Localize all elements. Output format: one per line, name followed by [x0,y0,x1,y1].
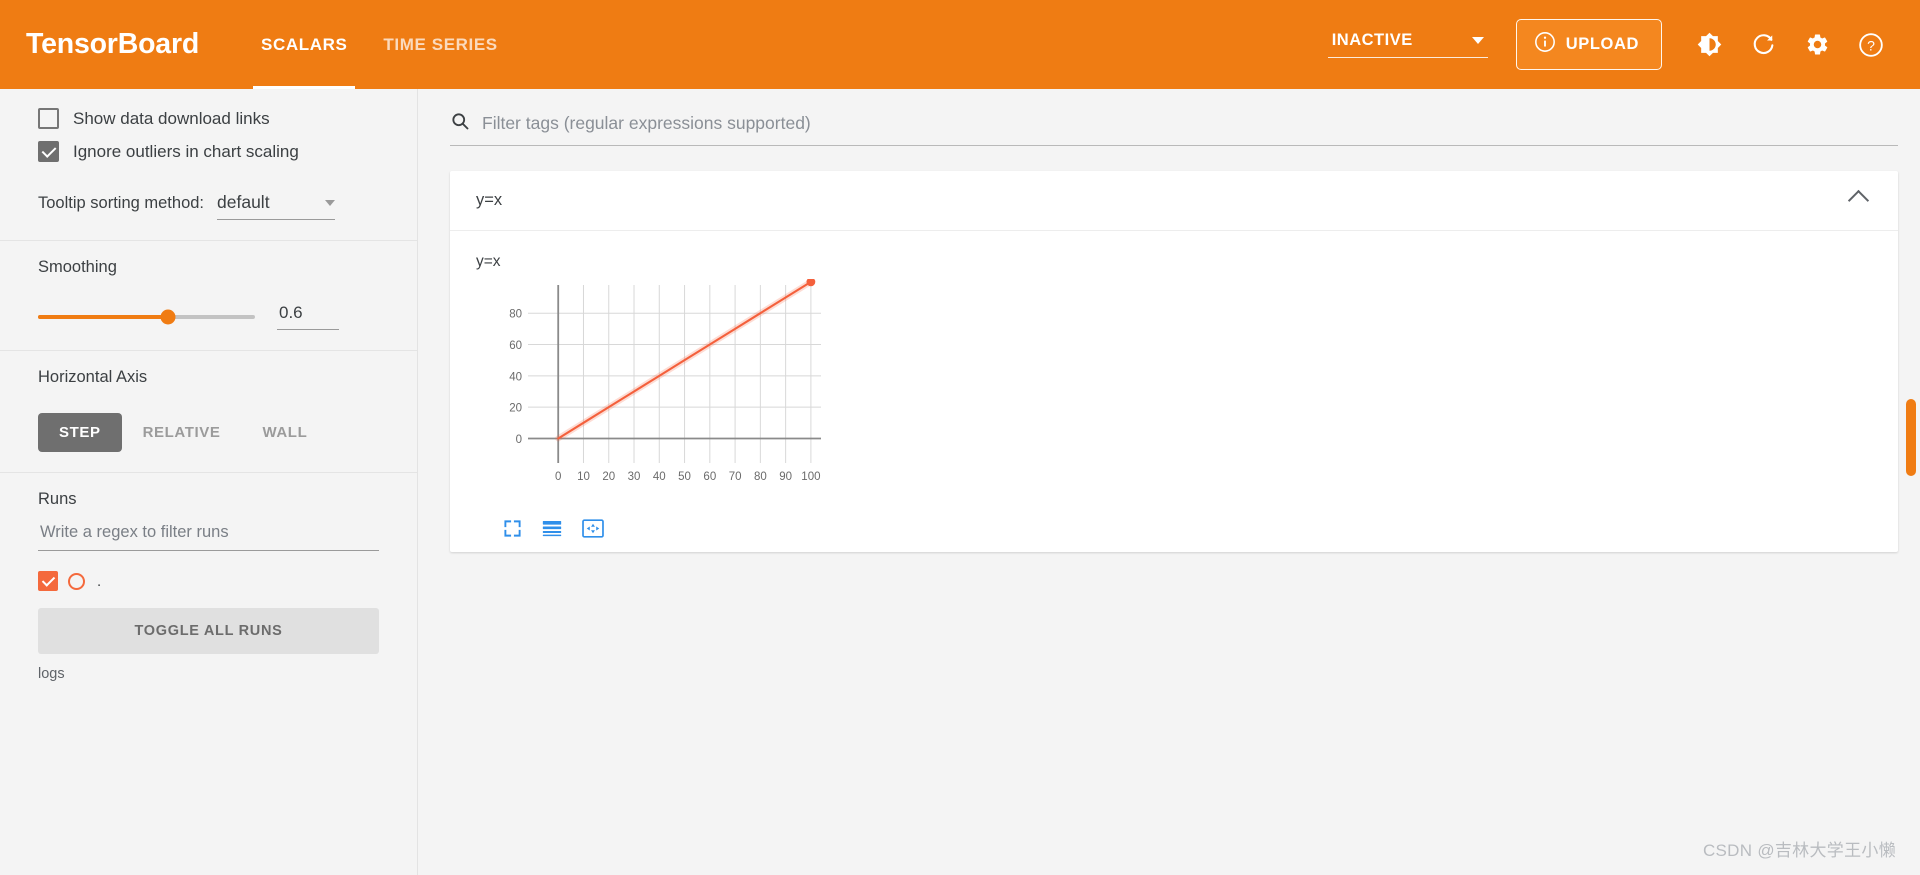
tooltip-sorting-value: default [217,192,270,212]
smoothing-slider[interactable] [38,309,255,324]
tooltip-sorting-select[interactable]: default [217,192,336,220]
checkbox-unchecked-icon [38,108,59,129]
tag-filter-input[interactable] [480,112,1898,135]
chart-title: y=x [476,253,501,270]
settings-sidebar: Show data download links Ignore outliers… [0,89,418,875]
watermark-text: CSDN @吉林大学王小懒 [1702,841,1896,860]
nav-tabs: SCALARS TIME SERIES [243,0,516,89]
svg-text:?: ? [1867,37,1875,53]
smoothing-section: Smoothing 0.6 [0,241,417,351]
checkbox-show-download-links-label: Show data download links [73,108,270,128]
tab-time-series[interactable]: TIME SERIES [365,0,515,89]
data-table-icon[interactable] [542,519,562,538]
display-options-section: Show data download links Ignore outliers… [0,89,417,241]
scalar-card-body: y=x 0 20 40 60 80 0 10 20 30 40 50 60 70 80 90 100 [450,231,1898,552]
settings-gear-icon[interactable] [1796,24,1838,66]
run-status-selector[interactable]: INACTIVE [1327,31,1488,58]
axis-option-relative[interactable]: RELATIVE [122,413,242,452]
horizontal-axis-title: Horizontal Axis [38,368,148,386]
chevron-up-icon[interactable] [1847,189,1870,212]
runs-filter-input[interactable] [38,519,379,551]
axis-option-wall[interactable]: WALL [241,413,328,452]
svg-text:0: 0 [516,434,522,446]
smoothing-value: 0.6 [279,303,303,322]
horizontal-axis-section: Horizontal Axis STEP RELATIVE WALL [0,351,417,473]
svg-text:40: 40 [509,371,522,383]
tab-time-series-label: TIME SERIES [383,34,498,54]
info-icon [1534,31,1556,58]
svg-text:40: 40 [653,471,666,483]
checkbox-show-download-links[interactable]: Show data download links [38,108,379,129]
refresh-icon[interactable] [1742,24,1784,66]
smoothing-title: Smoothing [38,258,117,276]
svg-text:60: 60 [703,471,716,483]
expand-chart-icon[interactable] [503,519,522,538]
run-list-item[interactable]: . [38,571,379,591]
brightness-icon[interactable] [1688,24,1730,66]
svg-text:30: 30 [628,471,641,483]
checkbox-checked-icon [38,141,59,162]
main-content: y=x y=x 0 20 40 60 80 0 10 20 30 40 50 60 70 80 90 100 [418,89,1920,875]
svg-text:60: 60 [509,340,522,352]
app-header: TensorBoard SCALARS TIME SERIES INACTIVE [0,0,1920,89]
fit-domain-icon[interactable] [582,519,604,538]
run-name-label: . [97,572,102,590]
scalar-card: y=x y=x 0 20 40 60 80 0 10 20 30 40 50 60 70 80 90 100 [450,171,1898,552]
checkbox-ignore-outliers[interactable]: Ignore outliers in chart scaling [38,141,379,162]
svg-text:0: 0 [555,471,561,483]
svg-text:70: 70 [729,471,742,483]
svg-text:50: 50 [678,471,691,483]
svg-text:100: 100 [801,471,820,483]
scalar-card-header[interactable]: y=x [450,171,1898,231]
tab-scalars[interactable]: SCALARS [243,0,365,89]
upload-button-label: UPLOAD [1565,35,1639,53]
svg-text:20: 20 [602,471,615,483]
svg-text:20: 20 [509,403,522,415]
svg-text:80: 80 [754,471,767,483]
chart-toolbar [503,519,1898,538]
axis-option-step[interactable]: STEP [38,413,122,452]
app-brand: TensorBoard [26,28,200,60]
runs-section: Runs . TOGGLE ALL RUNS logs [0,473,417,702]
checkbox-ignore-outliers-label: Ignore outliers in chart scaling [73,141,299,161]
smoothing-slider-fill [38,314,169,319]
scalar-card-title: y=x [476,191,503,209]
search-icon [450,111,470,136]
chevron-down-icon [1471,37,1484,44]
app-body: Show data download links Ignore outliers… [0,89,1920,875]
toggle-all-runs-button[interactable]: TOGGLE ALL RUNS [38,608,379,654]
page-scrollbar-track[interactable] [1906,178,1918,875]
tensorboard-app: TensorBoard SCALARS TIME SERIES INACTIVE [0,0,1920,875]
header-actions: INACTIVE UPLOAD ? [1327,19,1898,70]
tag-filter-bar [450,111,1898,146]
run-checkbox[interactable] [38,571,58,591]
upload-button[interactable]: UPLOAD [1515,19,1662,70]
smoothing-row: 0.6 [38,303,379,330]
tooltip-sorting-row: Tooltip sorting method: default [38,192,379,220]
tab-scalars-label: SCALARS [261,34,348,54]
runs-footer-label: logs [38,666,65,682]
svg-text:80: 80 [509,309,522,321]
smoothing-value-field[interactable]: 0.6 [277,303,339,330]
run-color-circle-icon [68,572,85,590]
smoothing-slider-thumb[interactable] [160,309,176,324]
horizontal-axis-buttons: STEP RELATIVE WALL [38,413,379,452]
help-icon[interactable]: ? [1850,24,1892,66]
svg-text:90: 90 [779,471,792,483]
chevron-down-icon [325,199,336,206]
runs-title: Runs [38,490,77,508]
svg-text:10: 10 [577,471,590,483]
chart-container[interactable]: 0 20 40 60 80 0 10 20 30 40 50 60 70 80 90 100 [476,277,1898,509]
run-status-value: INACTIVE [1331,31,1413,49]
line-chart[interactable]: 0 20 40 60 80 0 10 20 30 40 50 60 70 80 90 100 [476,277,836,504]
page-scrollbar-thumb[interactable] [1906,399,1916,476]
tooltip-sorting-label: Tooltip sorting method: [38,194,205,212]
